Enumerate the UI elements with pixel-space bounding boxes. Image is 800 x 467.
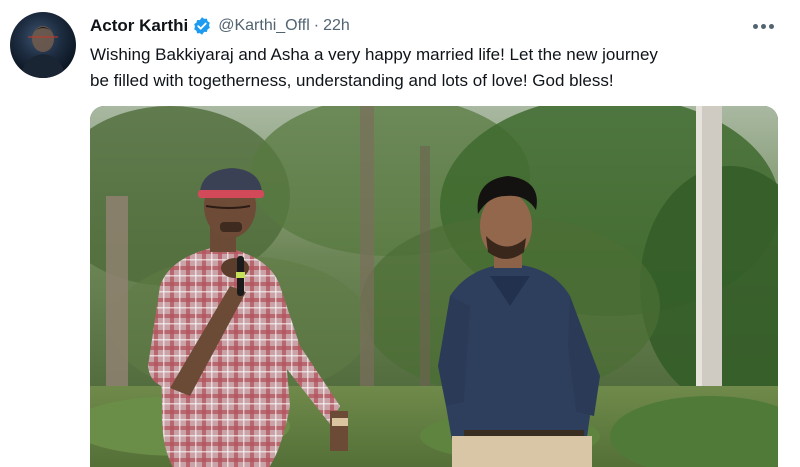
more-options-icon[interactable] <box>746 14 780 38</box>
author-handle[interactable]: @Karthi_Offl <box>218 17 310 35</box>
tweet-timestamp[interactable]: 22h <box>323 17 350 35</box>
verified-badge-icon <box>192 16 212 36</box>
tweet-photo[interactable] <box>90 106 778 467</box>
tweet-text-line: Wishing Bakkiyaraj and Asha a very happy… <box>90 45 658 64</box>
tweet-text-line: be filled with togetherness, understandi… <box>90 71 614 90</box>
author-avatar[interactable] <box>10 12 76 78</box>
avatar-image <box>20 26 66 78</box>
author-display-name[interactable]: Actor Karthi <box>90 16 188 36</box>
header-separator: · <box>313 17 320 34</box>
tweet-card[interactable]: Actor Karthi @Karthi_Offl · 22h Wishing … <box>0 0 800 467</box>
tweet-header: Actor Karthi @Karthi_Offl · 22h <box>90 14 350 38</box>
photo-image <box>90 106 778 467</box>
tweet-text: Wishing Bakkiyaraj and Asha a very happy… <box>90 42 780 94</box>
